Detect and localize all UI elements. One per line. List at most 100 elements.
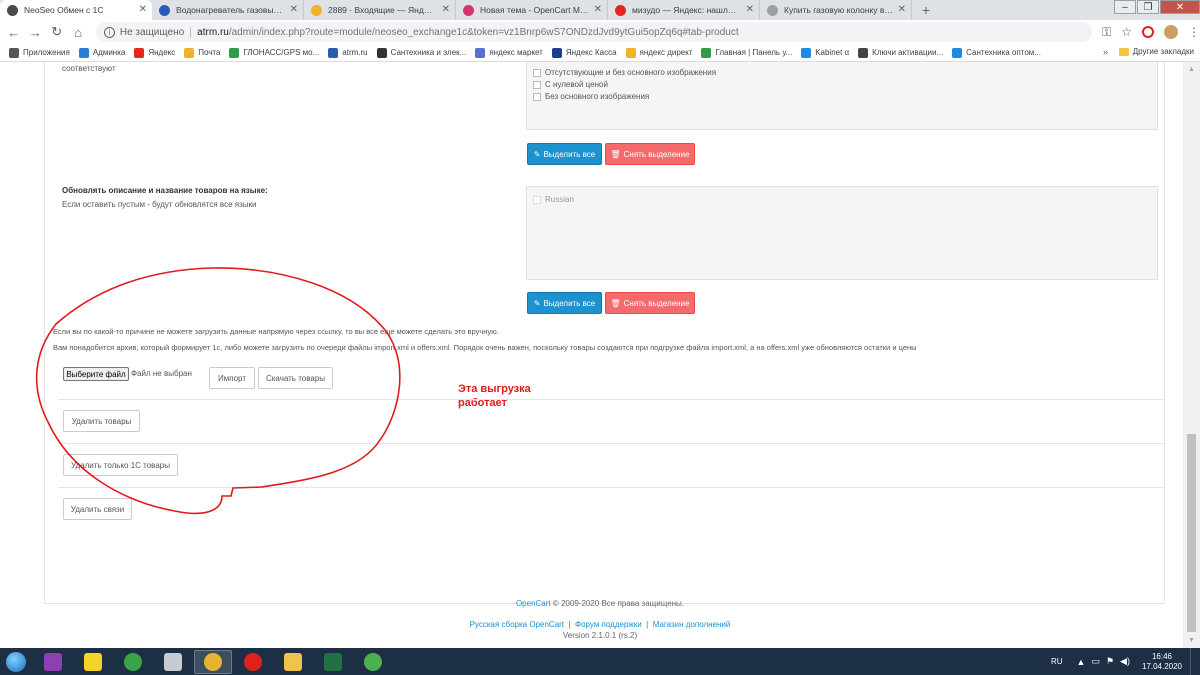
bookmark-label: яндекс директ bbox=[639, 48, 693, 57]
bookmark-label: Сантехника оптом... bbox=[966, 48, 1041, 57]
footer-link-store[interactable]: Магазин дополнений bbox=[653, 620, 731, 629]
browser-tab[interactable]: 2889 · Входящие — Яндекс.Почт ✕ bbox=[304, 0, 456, 20]
bookmark-label: atrm.ru bbox=[342, 48, 368, 57]
bookmark-label: Яндекс Касса bbox=[565, 48, 617, 57]
new-tab-button[interactable]: + bbox=[916, 0, 936, 20]
tray-arrow-icon[interactable]: ▲ bbox=[1077, 657, 1086, 667]
start-button[interactable] bbox=[0, 648, 32, 675]
bookmark-label: Ключи активации... bbox=[872, 48, 944, 57]
taskbar-app[interactable] bbox=[74, 650, 112, 674]
bookmark-label: Главная | Панель у... bbox=[715, 48, 793, 57]
bookmark-item[interactable]: яндекс маркет bbox=[475, 47, 543, 58]
reload-icon[interactable]: ↻ bbox=[49, 24, 64, 40]
taskbar-app[interactable] bbox=[114, 650, 152, 674]
page-viewport: соответствуют Отсутствующие и без основн… bbox=[0, 62, 1200, 648]
other-bookmarks[interactable]: Другие закладки bbox=[1118, 47, 1194, 56]
star-icon[interactable]: ☆ bbox=[1121, 25, 1132, 39]
close-tab-icon[interactable]: ✕ bbox=[290, 4, 298, 15]
bookmark-label: яндекс маркет bbox=[489, 48, 543, 57]
bookmark-item[interactable]: Главная | Панель у... bbox=[701, 47, 793, 58]
bookmark-item[interactable]: Яндекс bbox=[134, 47, 175, 58]
close-tab-icon[interactable]: ✕ bbox=[594, 4, 602, 15]
browser-tab[interactable]: Новая тема - OpenCart Masters ✕ bbox=[456, 0, 608, 20]
generic-icon bbox=[767, 5, 778, 16]
bookmark-item[interactable]: Админка bbox=[78, 47, 126, 58]
folder-icon bbox=[1118, 47, 1129, 56]
close-window-button[interactable]: ✕ bbox=[1160, 0, 1200, 14]
panel-icon bbox=[701, 47, 712, 58]
footer-version: Version 2.1.0.1 (rs.2) bbox=[562, 631, 638, 640]
url-path: /admin/index.php?route=module/neoseo_exc… bbox=[228, 26, 739, 38]
bookmark-label: ГЛОНАСС/GPS мо... bbox=[243, 48, 320, 57]
footer-link-forum[interactable]: Форум поддержки bbox=[575, 620, 642, 629]
close-tab-icon[interactable]: ✕ bbox=[746, 4, 754, 15]
scroll-up-icon[interactable]: ▲ bbox=[1183, 62, 1200, 77]
ns-icon bbox=[463, 5, 474, 16]
explorer-icon bbox=[284, 652, 302, 671]
bookmark-item[interactable]: Яндекс Касса bbox=[551, 47, 617, 58]
browser-tab[interactable]: мизудо — Яндекс: нашлось 130 ✕ bbox=[608, 0, 760, 20]
taskbar-app[interactable] bbox=[234, 650, 272, 674]
language-indicator[interactable]: RU bbox=[1051, 657, 1063, 666]
show-desktop-button[interactable] bbox=[1190, 648, 1200, 675]
menu-icon[interactable]: ⋮ bbox=[1188, 25, 1200, 39]
bookmark-item[interactable]: atrm.ru bbox=[328, 47, 368, 58]
tab-title: Новая тема - OpenCart Masters bbox=[480, 5, 589, 15]
bookmarks-bar: Приложения Админка Яндекс Почта ГЛОНАСС/GPS … bbox=[0, 44, 1200, 62]
opencart-link[interactable]: OpenCart bbox=[516, 599, 551, 608]
key-icon[interactable]: ⚿ bbox=[1102, 25, 1111, 40]
system-tray: RU ▲ ▭ ⚑ ◀) 16:46 17.04.2020 bbox=[1051, 648, 1200, 675]
bookmark-item[interactable]: Сантехника и элек... bbox=[376, 47, 466, 58]
tab-title: Купить газовую колонку в Туле bbox=[784, 5, 893, 15]
bookmark-item[interactable]: Почта bbox=[184, 47, 220, 58]
back-icon[interactable]: ← bbox=[6, 24, 21, 40]
home-icon[interactable]: ⌂ bbox=[70, 24, 85, 40]
info-icon[interactable]: i bbox=[103, 26, 115, 38]
clock[interactable]: 16:46 17.04.2020 bbox=[1142, 652, 1182, 672]
kabinet-icon bbox=[801, 47, 812, 58]
bookmark-item[interactable]: Сантехника оптом... bbox=[952, 47, 1041, 58]
market-icon bbox=[475, 47, 486, 58]
bookmark-item[interactable]: Ключи активации... bbox=[858, 47, 944, 58]
bookmark-label: Приложения bbox=[23, 48, 70, 57]
bookmarks-more-icon[interactable]: » bbox=[1103, 47, 1108, 57]
scroll-thumb[interactable] bbox=[1187, 434, 1196, 632]
opera-icon[interactable] bbox=[1141, 26, 1154, 38]
address-bar[interactable]: i Не защищено atrm.ru /admin/index.php?r… bbox=[95, 22, 1093, 42]
green-chat-icon bbox=[364, 652, 382, 671]
footer-links: Русская сборка OpenCart | Форум поддержк… bbox=[469, 620, 731, 629]
bookmark-item[interactable]: яндекс директ bbox=[625, 47, 693, 58]
minimize-button[interactable]: – bbox=[1114, 0, 1136, 14]
bookmark-item[interactable]: Приложения bbox=[9, 47, 70, 58]
taskbar-app[interactable] bbox=[354, 650, 392, 674]
taskbar-app[interactable] bbox=[314, 650, 352, 674]
footer-link-russian[interactable]: Русская сборка OpenCart bbox=[470, 620, 564, 629]
bookmark-item[interactable]: ГЛОНАСС/GPS мо... bbox=[229, 47, 320, 58]
close-tab-icon[interactable]: ✕ bbox=[139, 4, 147, 15]
page-scrollbar[interactable]: ▲ ▼ bbox=[1183, 62, 1200, 648]
avatar[interactable] bbox=[1163, 25, 1178, 39]
flag-icon[interactable]: ⚑ bbox=[1106, 656, 1114, 667]
browser-tab[interactable]: NeoSeo Обмен с 1С ✕ bbox=[0, 0, 152, 20]
yandex-icon bbox=[134, 47, 145, 58]
clock-date: 17.04.2020 bbox=[1141, 661, 1182, 671]
tab-strip: NeoSeo Обмен с 1С ✕ Водонагреватель газовы… bbox=[0, 0, 1200, 20]
taskbar-app[interactable] bbox=[34, 650, 72, 674]
glonass-icon bbox=[229, 47, 240, 58]
volume-icon[interactable]: ◀) bbox=[1120, 656, 1130, 667]
taskbar-app[interactable] bbox=[154, 650, 192, 674]
scroll-down-icon[interactable]: ▼ bbox=[1183, 633, 1200, 648]
bookmark-item[interactable]: Kabinet α bbox=[801, 47, 850, 58]
forward-icon[interactable]: → bbox=[27, 24, 42, 40]
bookmark-label: Админка bbox=[92, 48, 126, 57]
browser-tab[interactable]: Водонагреватель газовый прот ✕ bbox=[152, 0, 304, 20]
maximize-button[interactable]: ❐ bbox=[1137, 0, 1159, 14]
network-icon[interactable]: ▭ bbox=[1091, 656, 1100, 667]
close-tab-icon[interactable]: ✕ bbox=[442, 4, 450, 15]
bookmark-label: Kabinet α bbox=[815, 48, 850, 57]
close-tab-icon[interactable]: ✕ bbox=[898, 4, 906, 15]
browser-tab[interactable]: Купить газовую колонку в Туле ✕ bbox=[760, 0, 912, 20]
taskbar-app[interactable] bbox=[194, 649, 232, 674]
mail-icon bbox=[311, 5, 322, 16]
taskbar-app[interactable] bbox=[274, 650, 312, 674]
